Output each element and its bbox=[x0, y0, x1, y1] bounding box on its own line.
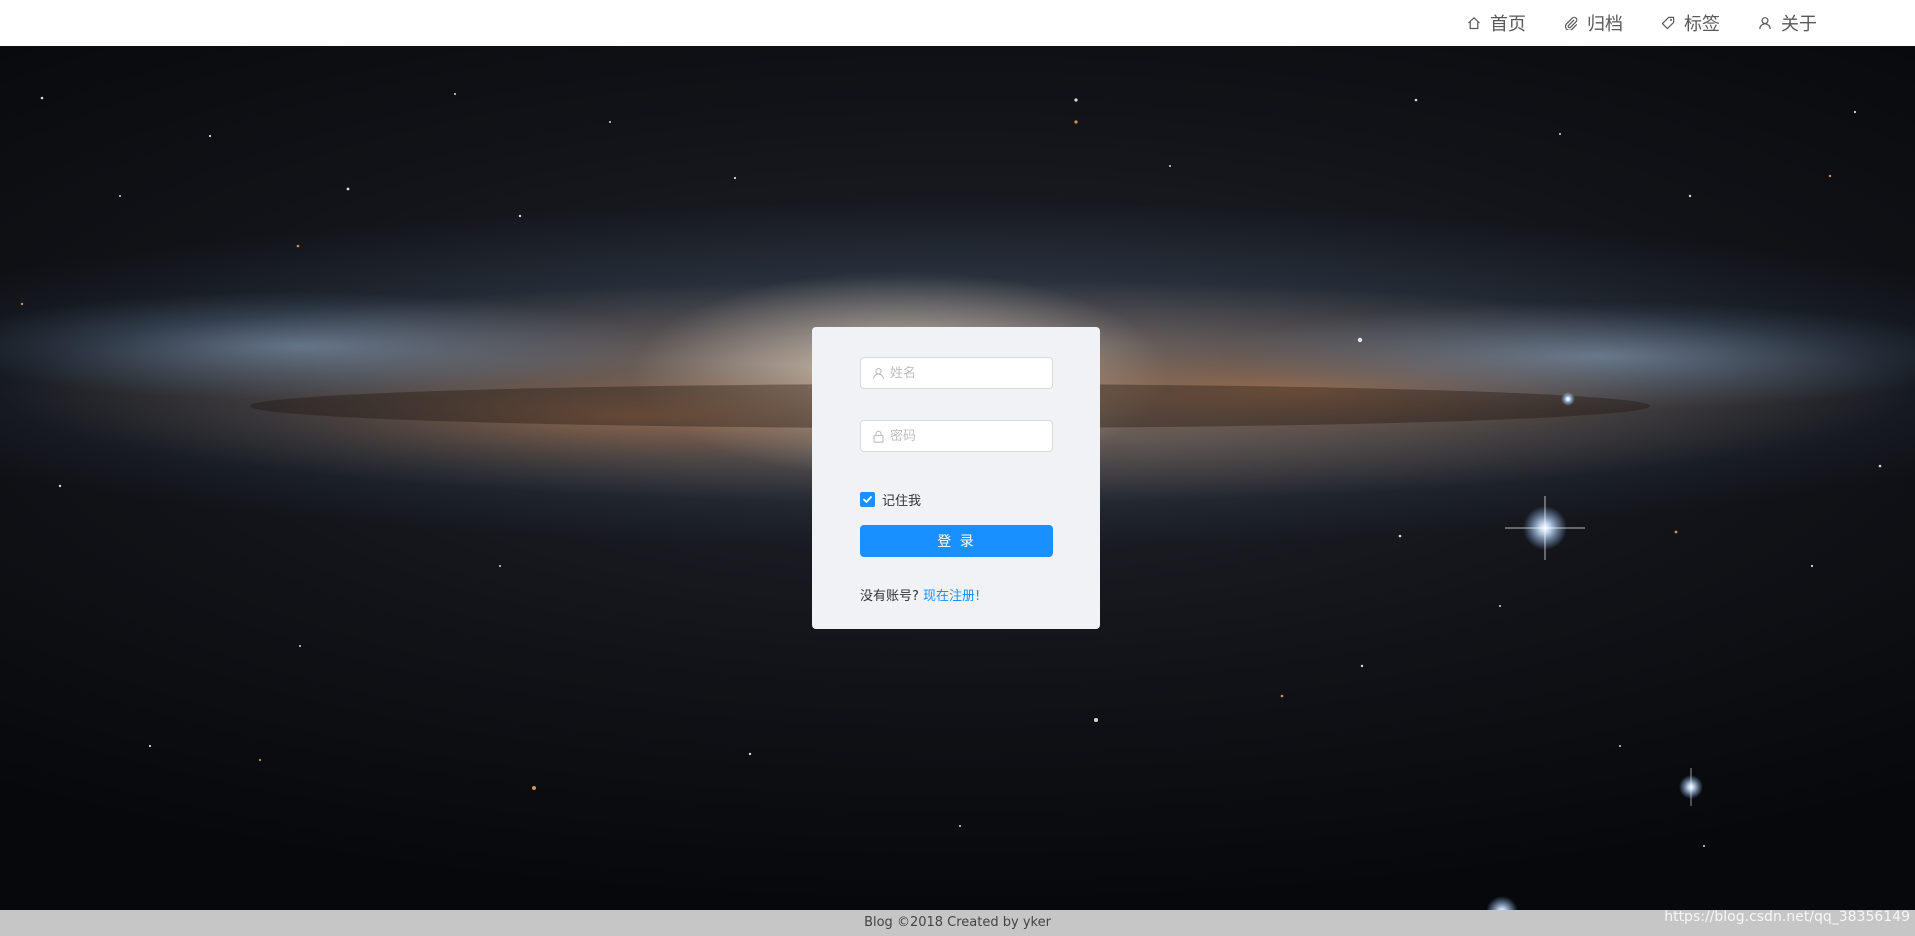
password-input[interactable] bbox=[890, 428, 1040, 444]
register-prompt: 没有账号? 现在注册! bbox=[860, 585, 1053, 604]
login-form-card: 记住我 登 录 没有账号? 现在注册! bbox=[812, 327, 1100, 629]
remember-me-checkbox[interactable] bbox=[860, 492, 875, 507]
nav-item-archive[interactable]: 归档 bbox=[1564, 10, 1623, 36]
footer: Blog ©2018 Created by yker bbox=[0, 910, 1915, 936]
nav-item-label: 标签 bbox=[1684, 14, 1720, 35]
username-input[interactable] bbox=[890, 365, 1040, 381]
footer-text: Blog ©2018 Created by yker bbox=[864, 915, 1051, 930]
watermark: https://blog.csdn.net/qq_38356149 bbox=[1664, 909, 1910, 925]
register-prompt-text: 没有账号? bbox=[860, 589, 919, 604]
home-icon bbox=[1468, 17, 1480, 30]
top-navigation-bar: 首页 归档 标签 关于 bbox=[0, 0, 1915, 46]
nav-item-label: 关于 bbox=[1781, 14, 1817, 35]
remember-me-label: 记住我 bbox=[882, 494, 922, 509]
nav-item-tags[interactable]: 标签 bbox=[1661, 10, 1720, 36]
nav-item-home[interactable]: 首页 bbox=[1467, 10, 1526, 36]
login-button[interactable]: 登 录 bbox=[860, 525, 1053, 557]
tag-icon bbox=[1661, 16, 1675, 30]
user-icon bbox=[873, 368, 884, 380]
paperclip-icon bbox=[1564, 16, 1578, 30]
lock-icon bbox=[873, 430, 884, 443]
password-field[interactable] bbox=[860, 420, 1053, 452]
nav-item-label: 归档 bbox=[1587, 14, 1623, 35]
nav-item-label: 首页 bbox=[1490, 14, 1526, 35]
username-field[interactable] bbox=[860, 357, 1053, 389]
remember-me[interactable]: 记住我 bbox=[860, 490, 1053, 509]
checkmark-icon bbox=[863, 496, 872, 503]
register-link[interactable]: 现在注册! bbox=[923, 589, 980, 604]
user-icon bbox=[1759, 17, 1771, 30]
nav-item-about[interactable]: 关于 bbox=[1758, 10, 1817, 36]
